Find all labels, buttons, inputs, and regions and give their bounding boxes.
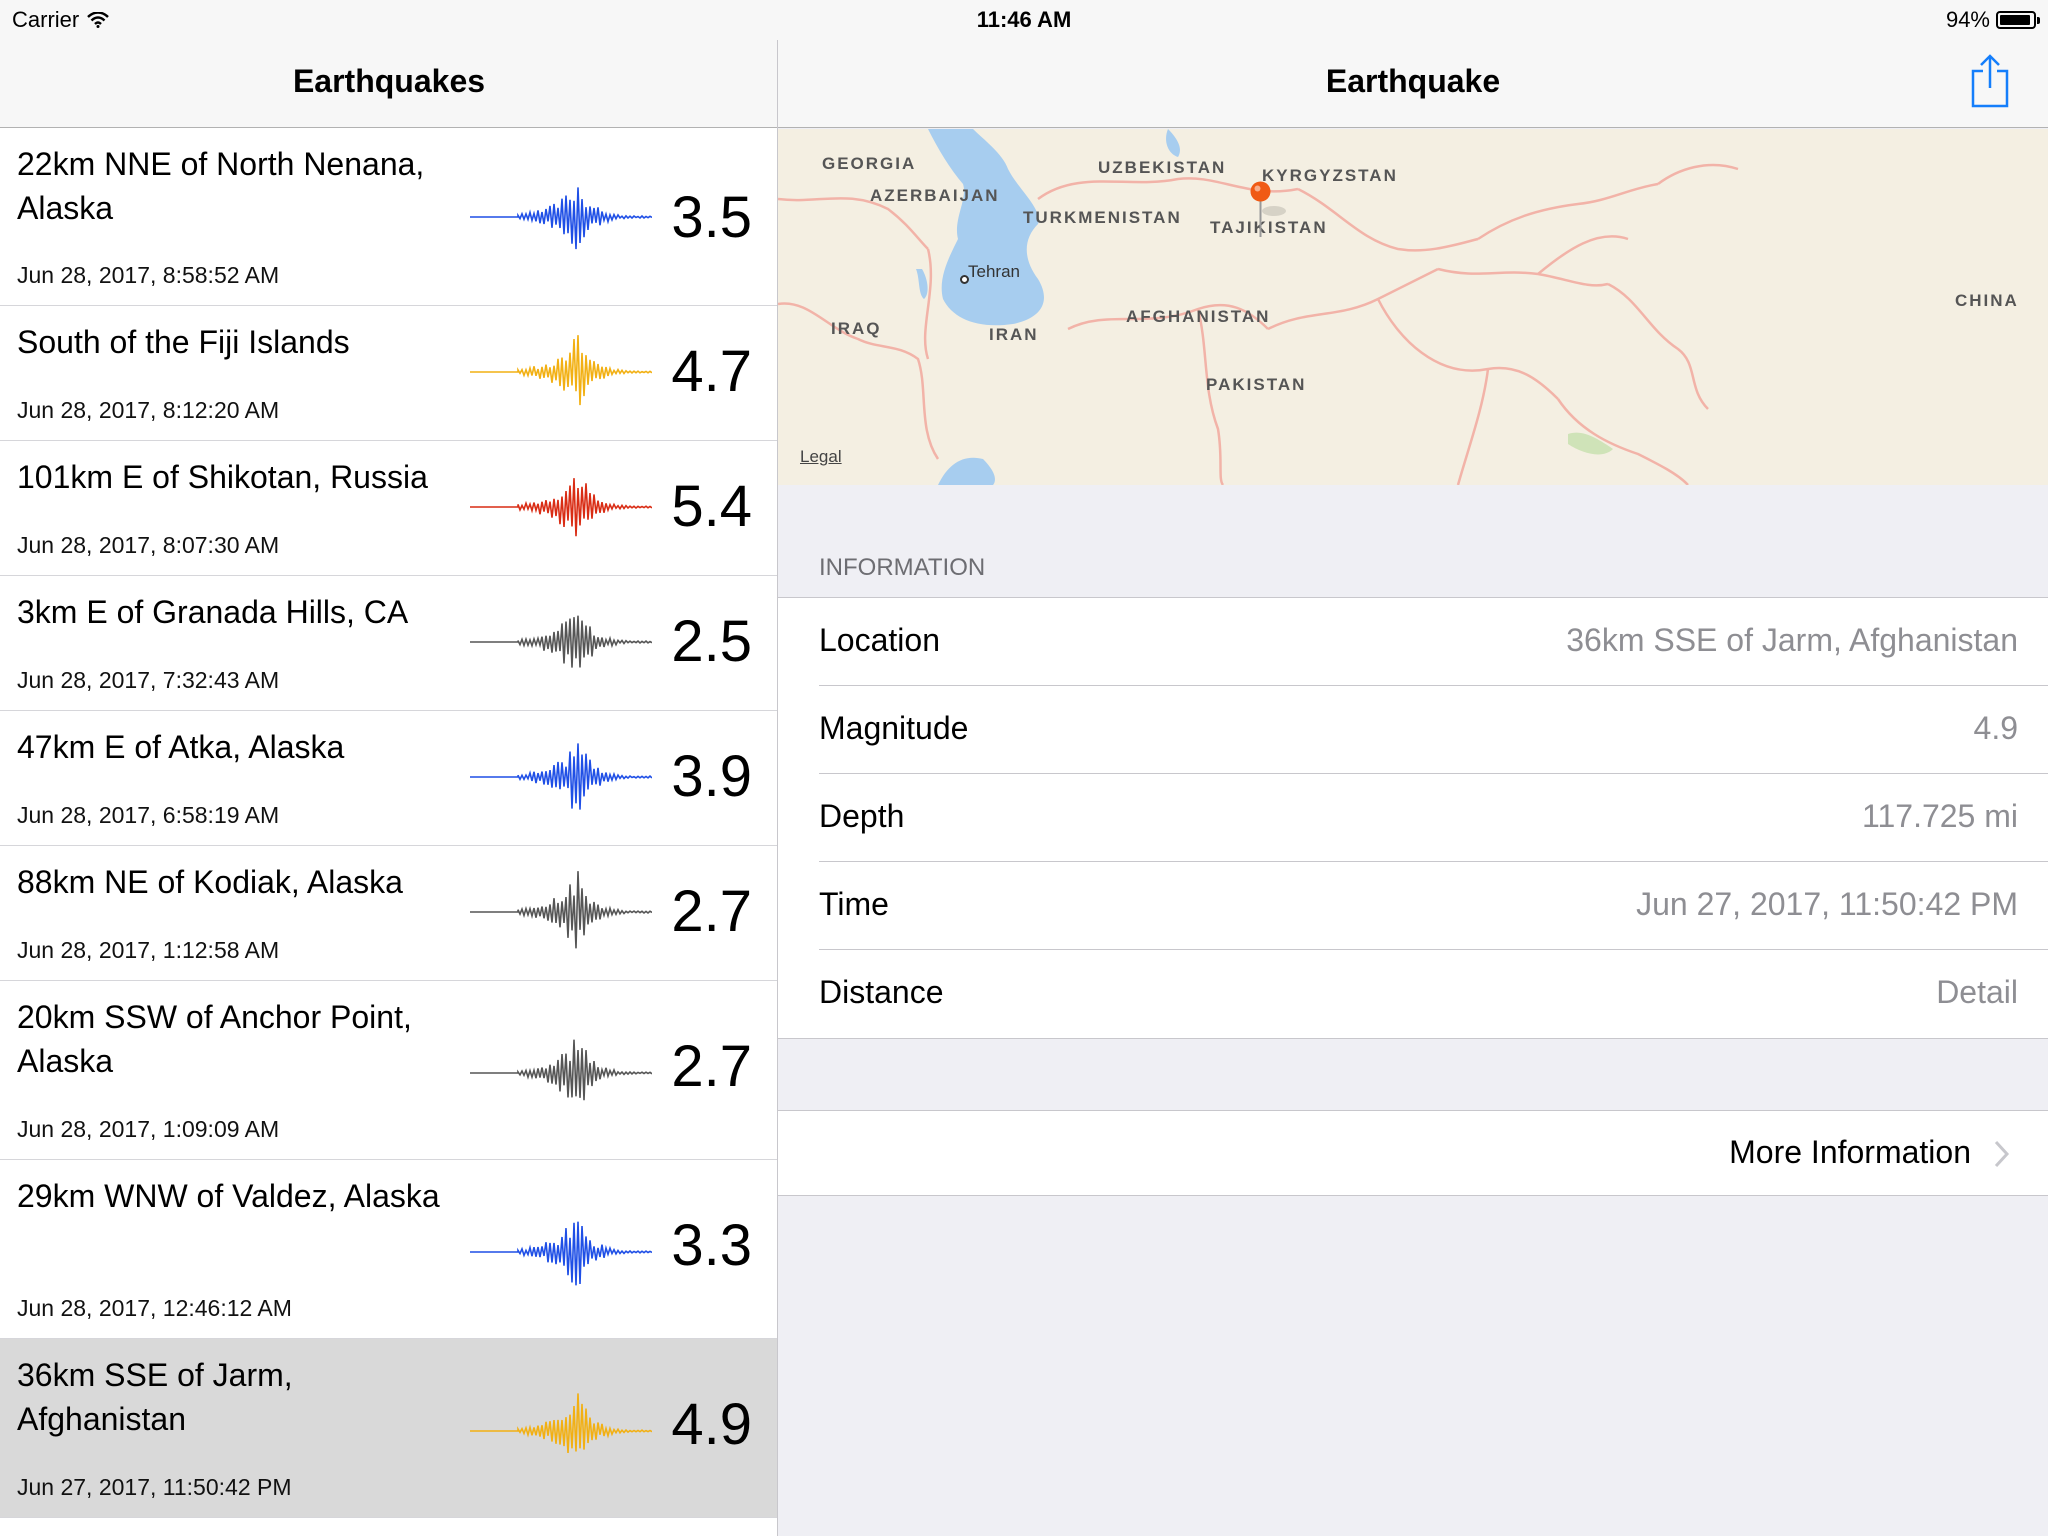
quake-date: Jun 28, 2017, 8:07:30 AM [17,532,280,558]
quake-place: 101km E of Shikotan, Russia [17,459,428,495]
map-view[interactable]: GEORGIA AZERBAIJAN UZBEKISTAN KYRGYZSTAN… [778,129,2048,485]
info-value: Jun 27, 2017, 11:50:42 PM [1636,886,2018,922]
city-label: Tehran [968,262,1020,281]
share-icon[interactable] [1968,54,2012,110]
quake-row[interactable]: 36km SSE of Jarm, Afghanistan Jun 27, 201… [0,1339,777,1518]
quake-date: Jun 28, 2017, 6:58:19 AM [17,802,280,828]
seismograph-icon [470,743,652,810]
quake-date: Jun 28, 2017, 1:12:58 AM [17,937,280,963]
seismograph-icon [470,1393,652,1453]
quake-row[interactable]: 29km WNW of Valdez, Alaska Jun 28, 2017, … [0,1160,777,1339]
seismograph-icon [470,871,652,949]
info-value: Detail [1936,974,2018,1010]
quake-magnitude: 5.4 [671,474,752,539]
info-label: Time [819,886,889,922]
chevron-right-icon [1994,1140,2010,1168]
earthquake-detail-pane: Earthquake GEORGIA AZERBAIJAN UZBEKISTAN… [778,0,2048,1536]
master-title: Earthquakes [292,63,486,99]
seismograph-icon [470,615,652,668]
info-value: 117.725 mi [1862,798,2018,834]
map-label-uzbekistan: UZBEKISTAN [1098,158,1227,177]
quake-row[interactable]: 88km NE of Kodiak, Alaska Jun 28, 2017, 1… [0,846,777,981]
quake-date: Jun 28, 2017, 8:12:20 AM [17,397,280,423]
status-time: 11:46 AM [976,7,1072,32]
quake-date: Jun 28, 2017, 8:58:52 AM [17,262,280,288]
quake-row[interactable]: 47km E of Atka, Alaska Jun 28, 2017, 6:58… [0,711,777,846]
detail-title: Earthquake [1325,63,1501,99]
quake-magnitude: 3.5 [671,185,752,250]
quake-date: Jun 28, 2017, 7:32:43 AM [17,667,280,693]
map-label-azerbaijan: AZERBAIJAN [870,186,1000,205]
quake-magnitude: 3.9 [671,744,752,809]
detail-nav-bar: Earthquake [778,40,2048,128]
map-pin-icon[interactable] [1250,181,1290,241]
info-value: 4.9 [1973,710,2018,746]
quake-place: 22km NNE of North Nenana, Alaska [17,146,425,226]
information-table: Location 36km SSE of Jarm, Afghanistan Mag… [778,597,2048,1039]
quake-magnitude: 4.9 [671,1392,752,1457]
map-city-tehran: Tehran [960,262,1020,284]
info-label: Distance [819,974,944,1010]
quake-row[interactable]: 20km SSW of Anchor Point, Alaska Jun 28, … [0,981,777,1160]
quake-magnitude: 2.7 [671,1034,752,1099]
map-label-pakistan: PAKISTAN [1206,375,1307,394]
map-label-iran: IRAN [989,325,1039,344]
battery-icon [1996,11,2040,29]
quake-row[interactable]: 3km E of Granada Hills, CA Jun 28, 2017, … [0,576,777,711]
quake-magnitude: 2.7 [671,879,752,944]
map-label-turkmenistan: TURKMENISTAN [1023,208,1182,227]
quake-date: Jun 27, 2017, 11:50:42 PM [17,1474,292,1500]
quake-place: 20km SSW of Anchor Point, Alaska [17,999,412,1079]
quake-date: Jun 28, 2017, 12:46:12 AM [17,1295,292,1321]
information-section-header: INFORMATION [819,554,986,581]
quake-row[interactable]: 22km NNE of North Nenana, Alaska Jun 28, … [0,128,777,306]
info-cell-magnitude: Magnitude 4.9 [819,686,2048,774]
seismograph-icon [470,478,652,537]
battery-indicator: 94% [1945,7,2040,33]
status-bar: Carrier 11:46 AM 94% [0,0,2048,40]
earthquake-list[interactable]: 22km NNE of North Nenana, Alaska Jun 28, … [0,128,777,1518]
quake-magnitude: 4.7 [671,339,752,404]
info-cell-time: Time Jun 27, 2017, 11:50:42 PM [819,862,2048,950]
more-information-cell[interactable]: More Information [778,1110,2048,1196]
earthquake-list-pane: Earthquakes 22km NNE of North Nenana, Al… [0,0,778,1536]
more-information-label: More Information [1729,1134,1971,1170]
map-background [778,129,2048,485]
legal-link[interactable]: Legal [800,447,842,467]
info-label: Depth [819,798,905,834]
quake-place: 3km E of Granada Hills, CA [17,594,409,630]
quake-date: Jun 28, 2017, 1:09:09 AM [17,1116,280,1142]
quake-row[interactable]: 101km E of Shikotan, Russia Jun 28, 2017,… [0,441,777,576]
quake-place: 29km WNW of Valdez, Alaska [17,1178,440,1214]
quake-row[interactable]: South of the Fiji Islands Jun 28, 2017, 8… [0,306,777,441]
map-label-china: CHINA [1955,291,2019,310]
info-label: Location [819,622,940,658]
city-dot-icon [960,275,969,284]
quake-magnitude: 3.3 [671,1213,752,1278]
quake-place: South of the Fiji Islands [17,324,350,360]
seismograph-icon [470,1039,652,1101]
seismograph-icon [470,335,652,406]
map-label-georgia: GEORGIA [822,154,917,173]
quake-magnitude: 2.5 [671,609,752,674]
info-cell-location: Location 36km SSE of Jarm, Afghanistan [819,598,2048,686]
info-cell-distance: Distance Detail [819,950,2048,1038]
quake-place: 47km E of Atka, Alaska [17,729,345,765]
quake-place: 88km NE of Kodiak, Alaska [17,864,403,900]
seismograph-icon [470,187,652,250]
map-label-iraq: IRAQ [831,319,882,338]
quake-place: 36km SSE of Jarm, Afghanistan [17,1357,293,1437]
info-cell-depth: Depth 117.725 mi [819,774,2048,862]
info-value: 36km SSE of Jarm, Afghanistan [1566,622,2018,658]
master-nav-bar: Earthquakes [0,40,777,128]
seismograph-icon [470,1221,652,1286]
battery-percent: 94% [1945,7,1990,32]
map-label-afghanistan: AFGHANISTAN [1126,307,1271,326]
info-label: Magnitude [819,710,969,746]
